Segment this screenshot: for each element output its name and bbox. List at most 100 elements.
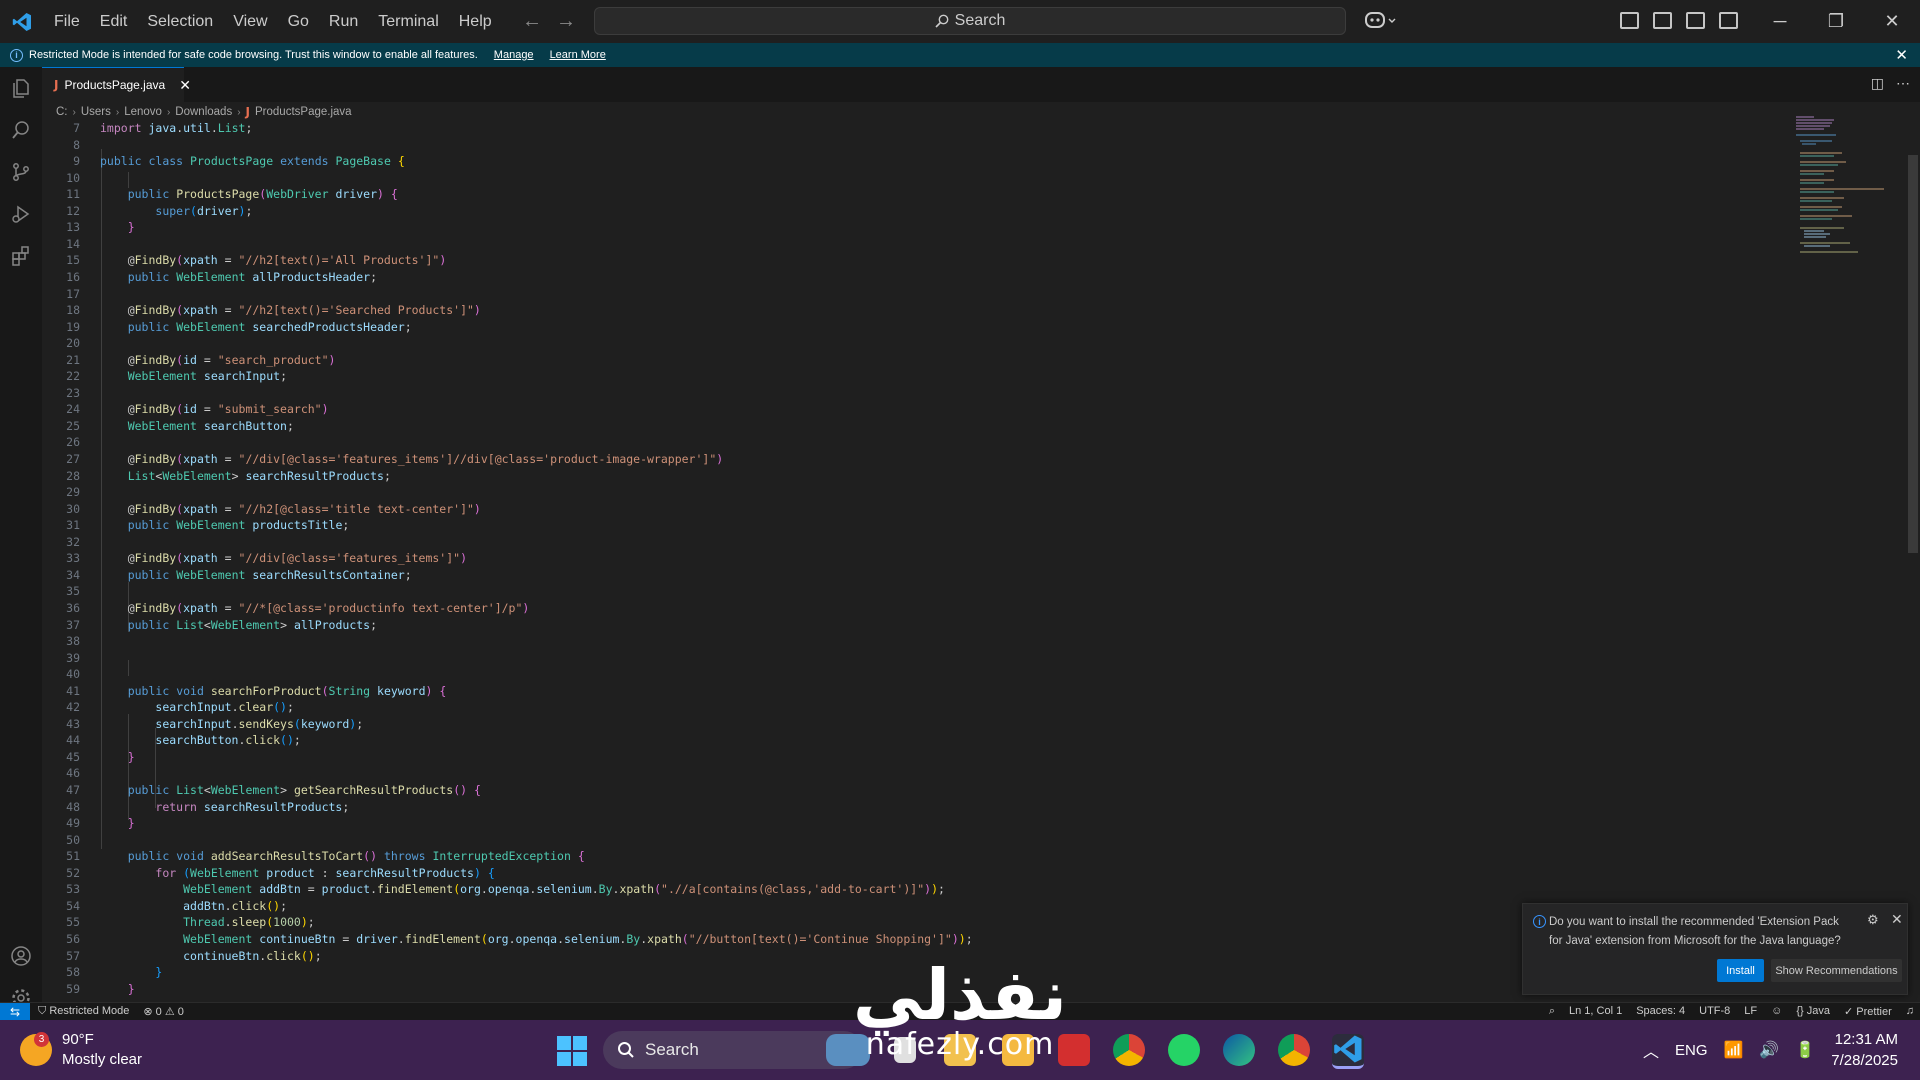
back-arrow-icon[interactable]: ← <box>522 10 542 33</box>
code-line[interactable]: 42 searchInput.clear(); <box>42 699 1742 716</box>
code-line[interactable]: 41 public void searchForProduct(String k… <box>42 683 1742 700</box>
wifi-icon[interactable]: 📶 <box>1724 1040 1744 1060</box>
code-line[interactable]: 26 <box>42 434 1742 451</box>
code-line[interactable]: 44 searchButton.click(); <box>42 732 1742 749</box>
code-line[interactable]: 31 public WebElement productsTitle; <box>42 517 1742 534</box>
code-line[interactable]: 27 @FindBy(xpath = "//div[@class='featur… <box>42 451 1742 468</box>
code-line[interactable]: 53 WebElement addBtn = product.findEleme… <box>42 881 1742 898</box>
cursor-position[interactable]: Ln 1, Col 1 <box>1569 1005 1622 1018</box>
code-line[interactable]: 55 Thread.sleep(1000); <box>42 914 1742 931</box>
code-line[interactable]: 39 <box>42 650 1742 667</box>
code-line[interactable]: 54 addBtn.click(); <box>42 898 1742 915</box>
zoom-icon[interactable]: ⌕ <box>1549 1005 1555 1018</box>
code-line[interactable]: 7 import java.util.List; <box>42 122 1742 137</box>
run-debug-icon[interactable] <box>0 193 42 235</box>
code-line[interactable]: 10 <box>42 170 1742 187</box>
code-line[interactable]: 24 @FindBy(id = "submit_search") <box>42 401 1742 418</box>
code-line[interactable]: 52 for (WebElement product : searchResul… <box>42 865 1742 882</box>
menu-view[interactable]: View <box>223 13 277 31</box>
chrome-profile-icon[interactable] <box>1278 1034 1310 1066</box>
notifications-bell-icon[interactable]: ♫ <box>1906 1005 1914 1018</box>
code-line[interactable]: 40 <box>42 666 1742 683</box>
vscode-taskbar-icon[interactable] <box>1332 1034 1364 1069</box>
breadcrumb-drive[interactable]: C: <box>56 106 68 118</box>
command-center-search[interactable]: Search <box>594 7 1346 35</box>
menu-edit[interactable]: Edit <box>90 13 138 31</box>
code-line[interactable]: 37 public List<WebElement> allProducts; <box>42 617 1742 634</box>
forward-arrow-icon[interactable]: → <box>556 10 576 33</box>
menu-help[interactable]: Help <box>449 13 502 31</box>
minimap[interactable] <box>1794 115 1906 255</box>
code-line[interactable]: 16 public WebElement allProductsHeader; <box>42 269 1742 286</box>
whatsapp-icon[interactable] <box>1168 1034 1200 1066</box>
problems-status[interactable]: ⊗ 0 ⚠ 0 <box>143 1005 183 1018</box>
code-line[interactable]: 28 List<WebElement> searchResultProducts… <box>42 468 1742 485</box>
menu-terminal[interactable]: Terminal <box>368 13 448 31</box>
code-line[interactable]: 50 <box>42 832 1742 849</box>
clock[interactable]: 12:31 AM 7/28/2025 <box>1831 1029 1898 1071</box>
more-actions-icon[interactable]: ⋯ <box>1896 75 1910 92</box>
scrollbar-thumb[interactable] <box>1908 155 1918 553</box>
indentation-status[interactable]: Spaces: 4 <box>1636 1005 1685 1018</box>
windows-start-icon[interactable] <box>557 1036 587 1066</box>
code-line[interactable]: 34 public WebElement searchResultsContai… <box>42 567 1742 584</box>
code-line[interactable]: 51 public void addSearchResultsToCart() … <box>42 848 1742 865</box>
code-line[interactable]: 33 @FindBy(xpath = "//div[@class='featur… <box>42 550 1742 567</box>
weather-widget[interactable]: 3 90°F Mostly clear <box>20 1030 142 1070</box>
battery-icon[interactable]: 🔋 <box>1795 1040 1815 1060</box>
menu-go[interactable]: Go <box>278 13 319 31</box>
eol-status[interactable]: LF <box>1744 1005 1757 1018</box>
prettier-status[interactable]: ✓ Prettier <box>1844 1005 1892 1018</box>
split-editor-icon[interactable]: ◫ <box>1871 75 1884 92</box>
code-line[interactable]: 18 @FindBy(xpath = "//h2[text()='Searche… <box>42 302 1742 319</box>
extensions-icon[interactable] <box>0 235 42 277</box>
code-line[interactable]: 46 <box>42 765 1742 782</box>
close-tab-icon[interactable]: ✕ <box>179 77 191 94</box>
restricted-mode-status[interactable]: ⛉ Restricted Mode <box>38 1005 129 1018</box>
code-line[interactable]: 47 public List<WebElement> getSearchResu… <box>42 782 1742 799</box>
code-line[interactable]: 9 public class ProductsPage extends PageB… <box>42 153 1742 170</box>
code-line[interactable]: 38 <box>42 633 1742 650</box>
code-line[interactable]: 23 <box>42 385 1742 402</box>
close-notification-icon[interactable]: ✕ <box>1891 911 1903 928</box>
show-recommendations-button[interactable]: Show Recommendations <box>1771 959 1902 982</box>
chrome-icon[interactable] <box>1113 1034 1145 1066</box>
code-line[interactable]: 21 @FindBy(id = "search_product") <box>42 352 1742 369</box>
code-line[interactable]: 48 return searchResultProducts; <box>42 799 1742 816</box>
code-line[interactable]: 12 super(driver); <box>42 203 1742 220</box>
copilot-icon[interactable] <box>1364 10 1398 32</box>
notification-settings-gear-icon[interactable]: ⚙ <box>1867 912 1879 928</box>
code-line[interactable]: 8 <box>42 137 1742 154</box>
code-line[interactable]: 15 @FindBy(xpath = "//h2[text()='All Pro… <box>42 252 1742 269</box>
close-window-icon[interactable]: ✕ <box>1864 0 1920 43</box>
editor-scrollbar[interactable] <box>1906 115 1920 1002</box>
learn-more-link[interactable]: Learn More <box>550 49 606 61</box>
chevron-up-icon[interactable]: ︿ <box>1643 1038 1659 1062</box>
toggle-secondary-sidebar-icon[interactable] <box>1719 12 1738 29</box>
code-line[interactable]: 36 @FindBy(xpath = "//*[@class='producti… <box>42 600 1742 617</box>
breadcrumb-file[interactable]: ProductsPage.java <box>255 106 352 118</box>
toggle-primary-sidebar-icon[interactable] <box>1653 12 1672 29</box>
close-banner-icon[interactable]: ✕ <box>1895 46 1908 64</box>
code-line[interactable]: 43 searchInput.sendKeys(keyword); <box>42 716 1742 733</box>
breadcrumb-lenovo[interactable]: Lenovo <box>124 106 162 118</box>
code-line[interactable]: 17 <box>42 286 1742 303</box>
input-language[interactable]: ENG <box>1675 1042 1708 1059</box>
remote-indicator-icon[interactable]: ⇆ <box>0 1003 30 1021</box>
code-line[interactable]: 35 <box>42 583 1742 600</box>
accounts-icon[interactable] <box>0 935 42 977</box>
install-button[interactable]: Install <box>1717 959 1764 982</box>
tab-productspage[interactable]: J ProductsPage.java ✕ <box>42 67 191 102</box>
code-line[interactable]: 25 WebElement searchButton; <box>42 418 1742 435</box>
menu-run[interactable]: Run <box>319 13 368 31</box>
encoding-status[interactable]: UTF-8 <box>1699 1005 1730 1018</box>
code-line[interactable]: 29 <box>42 484 1742 501</box>
manage-link[interactable]: Manage <box>494 49 534 61</box>
code-line[interactable]: 56 WebElement continueBtn = driver.findE… <box>42 931 1742 948</box>
edge-icon[interactable] <box>1223 1034 1255 1066</box>
minimize-icon[interactable]: ─ <box>1752 0 1808 43</box>
breadcrumb-downloads[interactable]: Downloads <box>175 106 232 118</box>
code-line[interactable]: 14 <box>42 236 1742 253</box>
code-line[interactable]: 22 WebElement searchInput; <box>42 368 1742 385</box>
code-line[interactable]: 19 public WebElement searchedProductsHea… <box>42 319 1742 336</box>
